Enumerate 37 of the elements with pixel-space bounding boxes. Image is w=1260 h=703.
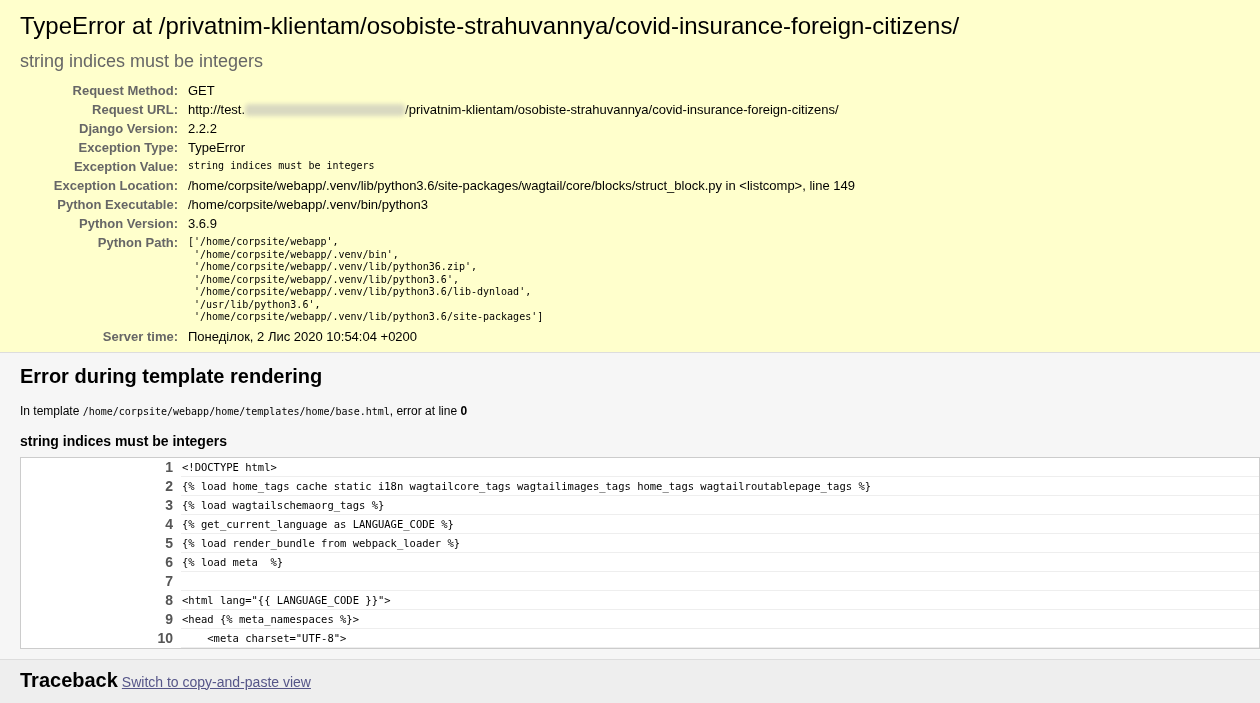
- code-line: {% load render_bundle from webpack_loader %}: [181, 533, 1259, 553]
- field-value: http://test.: [188, 101, 246, 119]
- field-label: Python Path:: [96, 234, 178, 252]
- field-label: Python Executable:: [56, 196, 178, 214]
- field-label: Python Version:: [78, 215, 178, 233]
- field-value: ['/home/corpsite/webapp', '/home/corpsite/webapp/.venv/bin', '/home/corpsite/webapp/.venv/lib/python36.zip', '/home/corpsite/webapp/.venv/lib/python3.6', '/home/corpsite/webapp/.venv/lib/python3.6/lib-dynload', '/usr/lib/python3.6', '/home/corpsite/webapp/.venv/lib/python3.6/site-packages']: [188, 235, 545, 324]
- field-value: /home/corpsite/webapp/.venv/bin/python3: [188, 196, 429, 214]
- field-value: 3.6.9: [188, 215, 218, 233]
- field-value: /privatnim-klientam/osobiste-strahuvannya/covid-insurance-foreign-citizens/: [405, 101, 839, 119]
- code-line: <!DOCTYPE html>: [181, 457, 1259, 477]
- field-label: Exception Location:: [52, 177, 178, 195]
- error-message: string indices must be integers: [20, 431, 228, 451]
- field-value: Понеділок, 2 Лис 2020 10:54:04 +0200: [188, 327, 419, 346]
- field-label: Django Version:: [78, 120, 178, 138]
- switch-view-link[interactable]: Switch to copy-and-paste view: [121, 673, 311, 690]
- code-line: <html lang="{{ LANGUAGE_CODE }}">: [181, 590, 1259, 610]
- page-title: TypeError at /privatnim-klientam/osobiste-strahuvannya/covid-insurance-foreign-citizens/: [20, 12, 961, 40]
- code-line: {% load wagtailschemaorg_tags %}: [181, 495, 1259, 515]
- code-line: {% get_current_language as LANGUAGE_CODE %}: [181, 514, 1259, 534]
- field-label: Request URL:: [91, 101, 178, 119]
- error-subtitle: string indices must be integers: [20, 50, 265, 73]
- field-value: TypeError: [188, 139, 247, 157]
- field-label: Exception Value:: [72, 158, 178, 176]
- field-value: GET: [188, 82, 216, 100]
- field-value: string indices must be integers: [188, 159, 376, 173]
- code-line: <meta charset="UTF-8">: [181, 628, 1259, 648]
- code-line: {% load home_tags cache static i18n wagtailcore_tags wagtailimages_tags home_tags wagtailroutablepage_tags %}: [181, 476, 1259, 496]
- section-heading: Error during template rendering: [20, 363, 324, 388]
- field-label: Server time:: [101, 327, 178, 346]
- code-line: {% load meta %}: [181, 552, 1259, 572]
- field-label: Request Method:: [71, 82, 178, 100]
- field-value: /home/corpsite/webapp/.venv/lib/python3.6/site-packages/wagtail/core/blocks/struct_block.py in <listcomp>, line 149: [188, 177, 856, 195]
- template-info: In template /home/corpsite/webapp/home/templates/home/base.html, error at line 0: [20, 402, 469, 420]
- code-line: <head {% meta_namespaces %}>: [181, 609, 1259, 629]
- field-value: 2.2.2: [188, 120, 218, 138]
- section-heading: Traceback: [20, 667, 118, 692]
- field-label: Exception Type:: [77, 139, 178, 157]
